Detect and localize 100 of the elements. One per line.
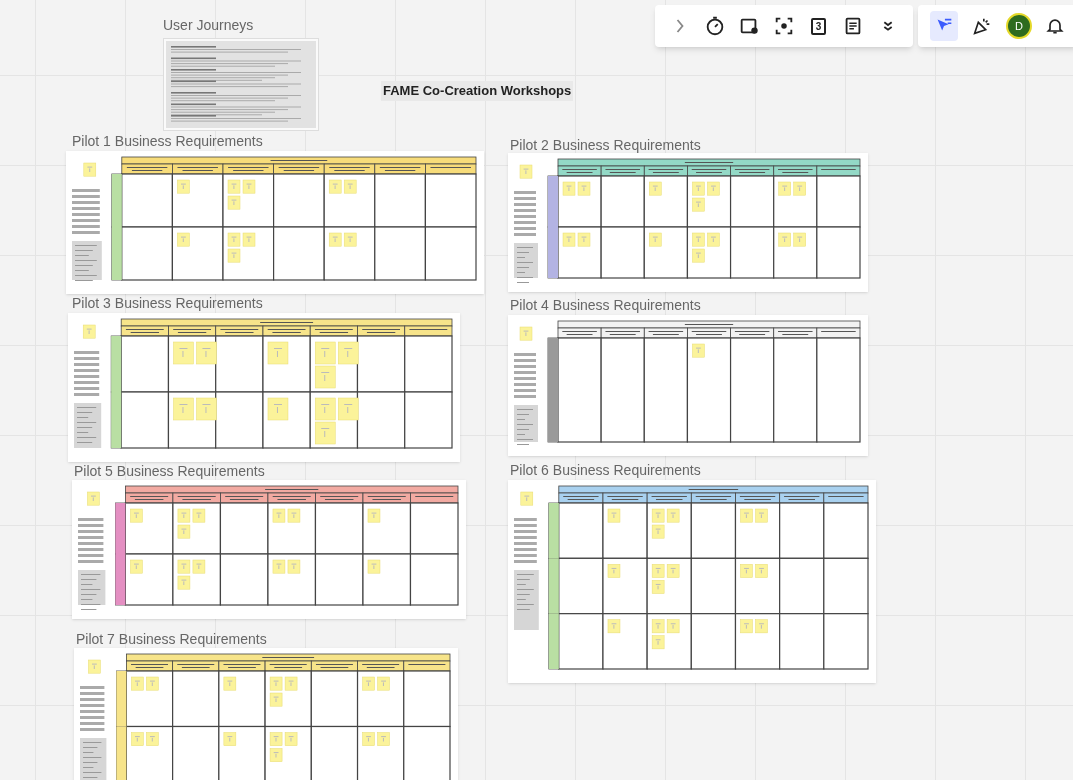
sticky-note (562, 232, 576, 247)
sticky-note (146, 676, 159, 691)
sticky-note (607, 564, 621, 578)
board-heading: FAME Co-Creation Workshops (381, 81, 574, 101)
sticky-note (651, 635, 665, 650)
sticky-note (242, 232, 256, 247)
avatar-button[interactable]: D (1006, 13, 1032, 39)
frame-title: Pilot 5 Business Requirements (74, 462, 265, 481)
sticky-note (377, 732, 390, 746)
sticky-note (315, 397, 336, 421)
sticky-note (793, 232, 806, 247)
sticky-note (367, 508, 381, 523)
sticky-note (778, 181, 791, 196)
sticky-note (651, 580, 665, 594)
sticky-note (692, 181, 705, 196)
sticky-note (577, 232, 591, 247)
sticky-note (778, 232, 791, 247)
sticky-note (177, 508, 191, 523)
sticky-note (755, 508, 768, 523)
sticky-note (227, 248, 241, 263)
sticky-note (651, 619, 665, 634)
sticky-note (131, 732, 144, 746)
sticky-note (362, 676, 375, 691)
sticky-note (269, 732, 283, 746)
sticky-note (519, 326, 533, 341)
sticky-note (343, 179, 357, 194)
sticky-note (328, 179, 342, 194)
sticky-note (173, 397, 194, 421)
sticky-note (227, 195, 241, 210)
sticky-note (287, 559, 301, 574)
sticky-note (651, 524, 665, 539)
sticky-note (377, 676, 390, 691)
sticky-note (692, 232, 705, 247)
sticky-note (692, 343, 705, 358)
sticky-note (755, 564, 768, 578)
sticky-note (740, 564, 753, 578)
sticky-note (267, 341, 289, 365)
sticky-note (177, 179, 190, 194)
sticky-note (315, 341, 336, 365)
cursor-button[interactable] (930, 11, 958, 41)
sticky-note (519, 164, 533, 179)
sticky-note (87, 491, 100, 506)
sticky-note (692, 248, 705, 263)
sticky-note (367, 559, 381, 574)
sticky-note (562, 181, 576, 196)
section-title: User Journeys (163, 16, 254, 35)
sticky-note (343, 232, 357, 247)
sticky-note (173, 341, 194, 365)
sticky-note (130, 508, 143, 523)
sticky-note (328, 232, 342, 247)
sticky-note (755, 619, 768, 634)
sticky-note (196, 397, 217, 421)
sticky-note (740, 619, 753, 634)
frame-title: Pilot 1 Business Requirements (72, 132, 263, 151)
frame-title: Pilot 4 Business Requirements (510, 296, 701, 315)
sticky-note (793, 181, 806, 196)
sticky-note (242, 179, 256, 194)
frame-title: Pilot 7 Business Requirements (76, 630, 267, 649)
sticky-note (177, 524, 191, 539)
sticky-note (607, 619, 621, 634)
sticky-note (362, 732, 375, 746)
sticky-note (267, 397, 289, 421)
sticky-note (666, 564, 680, 578)
sticky-note (227, 232, 241, 247)
sticky-note (130, 559, 143, 574)
sticky-note (649, 181, 662, 196)
sticky-note (692, 197, 705, 212)
sticky-note (651, 564, 665, 578)
sticky-note (196, 341, 217, 365)
sticky-note (666, 619, 680, 634)
sticky-note (269, 748, 283, 762)
sticky-note (177, 575, 191, 590)
sticky-note (272, 508, 286, 523)
frame-title: Pilot 2 Business Requirements (510, 136, 701, 155)
sticky-note (269, 676, 283, 691)
sticky-note (740, 508, 753, 523)
frame-title: Pilot 6 Business Requirements (510, 461, 701, 480)
sticky-note (146, 732, 159, 746)
sticky-note (315, 421, 336, 445)
sticky-note (338, 341, 359, 365)
chevron-icon (676, 19, 685, 33)
sticky-note (131, 676, 144, 691)
sticky-note (577, 181, 591, 196)
sticky-note (192, 508, 206, 523)
sticky-note (223, 732, 237, 746)
sticky-note (284, 676, 298, 691)
frame-title: Pilot 3 Business Requirements (72, 294, 263, 313)
sticky-note (227, 179, 241, 194)
sticky-note (666, 508, 680, 523)
sticky-note (315, 365, 336, 389)
sticky-note (83, 162, 97, 177)
calendar-button[interactable]: 3 (804, 11, 833, 41)
bell-icon (1045, 16, 1065, 36)
sticky-note (192, 559, 206, 574)
sticky-note (223, 676, 237, 691)
sticky-note (82, 324, 96, 339)
sticky-note (88, 659, 101, 674)
sticky-note (287, 508, 301, 523)
sticky-note (707, 232, 720, 247)
sticky-note (707, 181, 720, 196)
